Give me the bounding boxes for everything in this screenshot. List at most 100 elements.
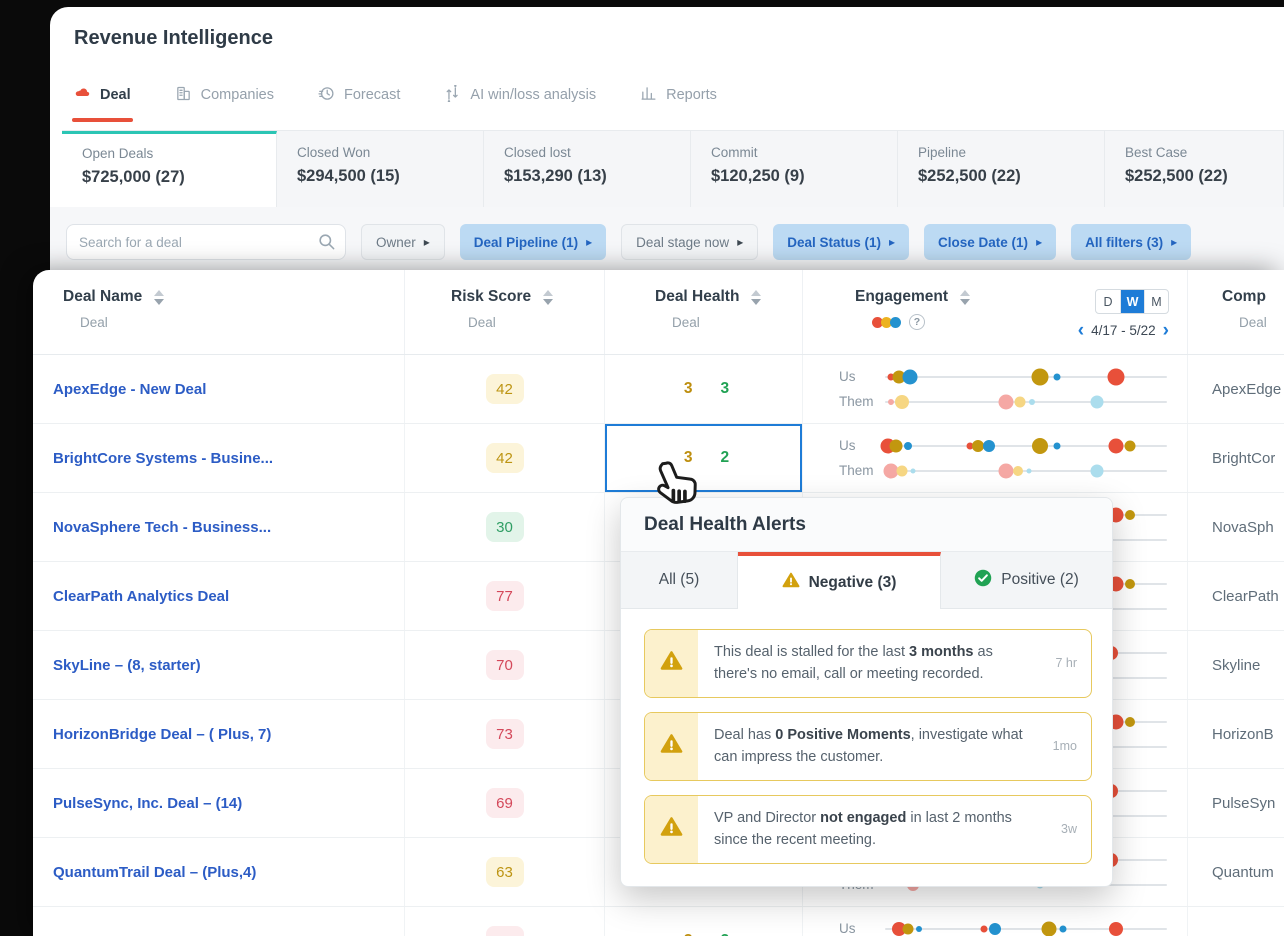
summary-card-closed-lost[interactable]: Closed lost $153,290 (13)	[484, 131, 691, 208]
alert-age: 7 hr	[1055, 656, 1077, 671]
popup-tab-label: All (5)	[658, 571, 700, 588]
deal-name-link[interactable]: PulseSync, Inc. Deal – (14)	[53, 795, 242, 812]
tab-reports[interactable]: Reports	[640, 85, 717, 110]
filter-chip-owner[interactable]: Owner ▸	[361, 224, 445, 260]
engagement-cell: Us Them	[803, 907, 1188, 936]
filter-chip-deal-pipeline-1-[interactable]: Deal Pipeline (1) ▸	[459, 224, 607, 260]
negative-alerts: 3	[678, 932, 693, 936]
company-name: Skyline	[1212, 656, 1261, 674]
column-header-engagement: Engagement ? DWM ‹ 4/17 - 5/22 ›	[803, 270, 1188, 354]
deal-health-cell[interactable]: 3 2	[605, 907, 803, 936]
card-label: Pipeline	[918, 145, 967, 160]
deal-name-link[interactable]: BrightCore Systems - Busine...	[53, 450, 273, 467]
tab-companies[interactable]: Companies	[175, 85, 274, 110]
engagement-dot	[1090, 395, 1103, 408]
us-label: Us	[839, 438, 856, 453]
summary-card-commit[interactable]: Commit $120,250 (9)	[691, 131, 898, 208]
sort-deal-name[interactable]	[154, 289, 165, 305]
them-timeline	[885, 394, 1167, 409]
alert-age: 3w	[1061, 822, 1077, 837]
tab-ai-win-loss[interactable]: AI win/loss analysis	[444, 84, 596, 110]
summary-card-open-deals[interactable]: Open Deals $725,000 (27)	[62, 131, 277, 208]
period-toggle: DWM	[1095, 289, 1169, 314]
engagement-dot	[972, 439, 985, 452]
risk-score-badge: 30	[485, 512, 524, 542]
engagement-legend: ?	[872, 314, 970, 330]
deal-health-cell[interactable]: 3 2	[605, 424, 803, 492]
company-name: NovaSph	[1212, 518, 1274, 536]
period-option-d[interactable]: D	[1096, 290, 1120, 313]
popup-tab-label: Positive (2)	[1001, 571, 1079, 588]
chevron-right-icon: ▸	[1171, 235, 1178, 249]
warning-icon	[660, 649, 683, 677]
warning-icon	[660, 815, 683, 843]
deal-name-link[interactable]: SkyLine – (8, starter)	[53, 657, 201, 674]
warning-icon	[660, 732, 683, 760]
risk-score-badge: 42	[485, 443, 524, 473]
card-value: $252,500 (22)	[918, 167, 1021, 185]
column-subtitle: Deal	[80, 315, 108, 330]
engagement-dot	[889, 439, 903, 452]
popup-tab-label: Negative (3)	[808, 573, 897, 591]
engagement-dot	[983, 439, 996, 452]
popup-tab-positive[interactable]: Positive (2)	[941, 552, 1112, 609]
tab-forecast[interactable]: Forecast	[318, 85, 400, 110]
filter-chip-close-date-1-[interactable]: Close Date (1) ▸	[924, 224, 1057, 260]
card-value: $120,250 (9)	[711, 167, 805, 185]
deal-name-link[interactable]: ApexEdge - New Deal	[53, 381, 206, 398]
tab-label: Forecast	[343, 87, 401, 103]
negative-alerts: 3	[683, 380, 693, 397]
engagement-dot	[896, 465, 908, 476]
legend-dot	[890, 316, 901, 328]
deal-name-link[interactable]: NovaSphere Tech - Business...	[53, 519, 271, 536]
help-icon[interactable]: ?	[909, 314, 925, 330]
summary-card-pipeline[interactable]: Pipeline $252,500 (22)	[898, 131, 1105, 208]
filter-bar: Owner▸ Deal Pipeline (1)▸ Deal stage now▸ D…	[50, 207, 1284, 277]
date-range-label: 4/17 - 5/22	[1091, 323, 1156, 338]
check-icon	[974, 569, 992, 592]
them-label: Them	[839, 463, 874, 478]
engagement-dot	[1125, 578, 1136, 589]
next-date-icon[interactable]: ›	[1163, 321, 1169, 340]
table-header: Deal Name Deal Risk Score Deal Deal Heal…	[33, 270, 1284, 355]
engagement-dot	[1125, 509, 1136, 520]
company-name: BrightCor	[1212, 449, 1276, 467]
table-row: ApexEdge - New Deal 42 3 3 Us Them ApexE…	[33, 355, 1284, 424]
summary-card-best-case[interactable]: Best Case $252,500 (22)	[1105, 131, 1284, 208]
filter-chip-deal-stage-now[interactable]: Deal stage now ▸	[621, 224, 759, 260]
filter-chip-all-filters-3-[interactable]: All filters (3) ▸	[1071, 224, 1192, 260]
card-label: Closed lost	[504, 145, 571, 160]
card-label: Commit	[711, 145, 758, 160]
sort-engagement[interactable]	[960, 289, 971, 305]
deal-health-cell[interactable]: 3 3	[605, 355, 803, 423]
page-title: Revenue Intelligence	[74, 27, 273, 49]
column-header-risk-score: Risk Score Deal	[405, 270, 605, 354]
company-name: PulseSyn	[1212, 794, 1276, 812]
filter-chip-deal-status-1-[interactable]: Deal Status (1) ▸	[773, 224, 910, 260]
risk-score-badge: 68	[485, 926, 524, 936]
alert-age: 1mo	[1052, 739, 1077, 754]
deal-name-link[interactable]: ClearPath Analytics Deal	[53, 588, 229, 605]
card-label: Closed Won	[297, 145, 371, 160]
engagement-dot	[902, 369, 918, 384]
sort-deal-health[interactable]	[751, 289, 762, 305]
engagement-cell: Us Them	[803, 355, 1188, 423]
nav-tabs: Deal Companies Forecast AI win/loss anal…	[72, 79, 717, 122]
period-option-w[interactable]: W	[1120, 290, 1144, 313]
engagement-dot	[1124, 440, 1136, 451]
deal-name-link[interactable]: QuantumTrail Deal – (Plus,4)	[53, 864, 256, 881]
prev-date-icon[interactable]: ‹	[1078, 321, 1084, 340]
tab-label: Reports	[666, 87, 717, 103]
chevron-right-icon: ▸	[889, 235, 896, 249]
us-timeline	[885, 921, 1167, 936]
popup-title: Deal Health Alerts	[621, 498, 1112, 552]
popup-tab-all[interactable]: All (5)	[621, 552, 738, 609]
tab-deal[interactable]: Deal	[72, 85, 133, 122]
engagement-dot	[1109, 921, 1124, 936]
sort-risk-score[interactable]	[543, 289, 554, 305]
deal-name-link[interactable]: HorizonBridge Deal – ( Plus, 7)	[53, 726, 271, 743]
period-option-m[interactable]: M	[1144, 290, 1168, 313]
summary-card-closed-won[interactable]: Closed Won $294,500 (15)	[277, 131, 484, 208]
popup-tab-negative[interactable]: Negative (3)	[738, 552, 941, 609]
search-input[interactable]	[66, 224, 346, 260]
